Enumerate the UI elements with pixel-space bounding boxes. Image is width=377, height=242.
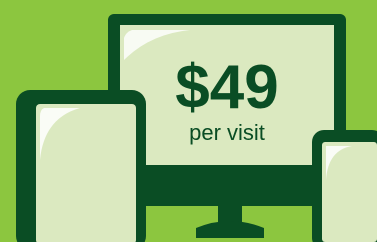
pricing-illustration: $49 per visit (0, 0, 377, 242)
price-caption: per visit (189, 120, 265, 145)
price-amount: $49 (175, 53, 278, 122)
phone-icon (312, 130, 377, 242)
devices-graphic: $49 per visit (16, 14, 377, 242)
tablet-icon (16, 90, 146, 242)
